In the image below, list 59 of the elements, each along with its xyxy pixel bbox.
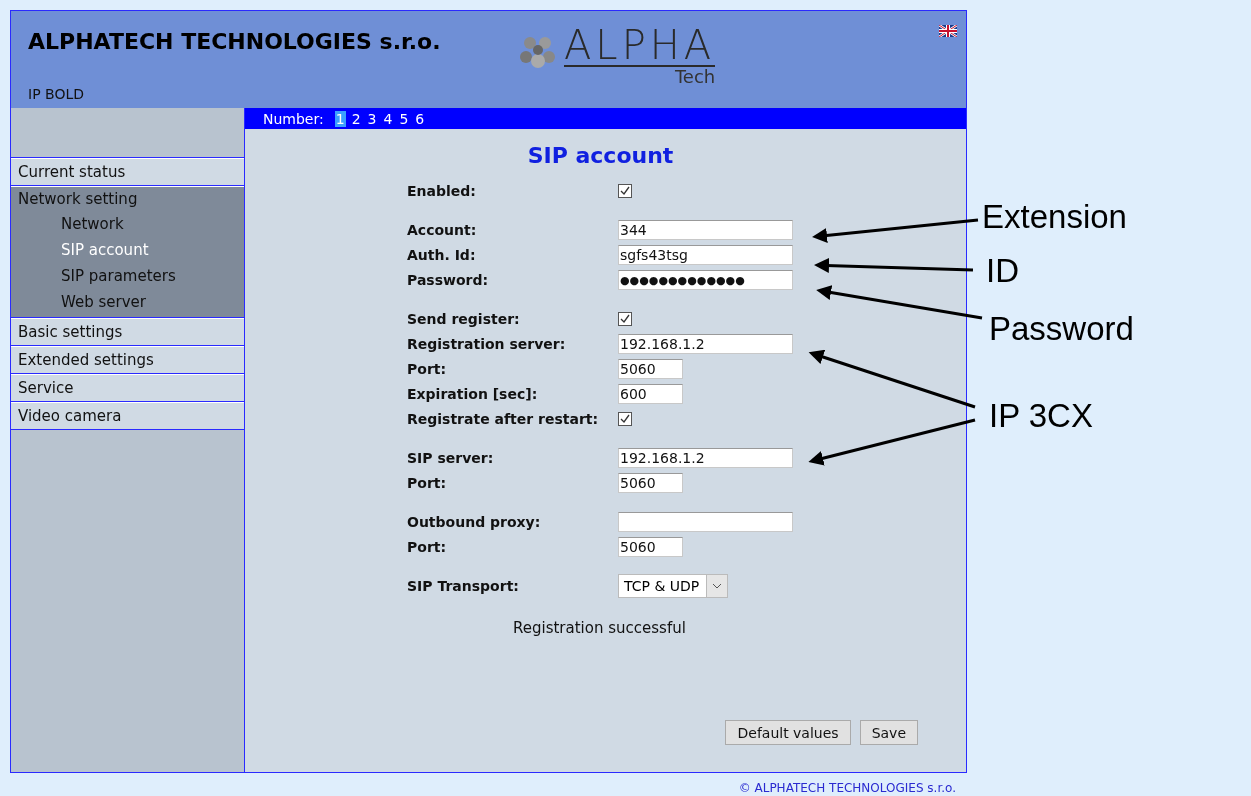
field-label: Auth. Id: — [407, 247, 477, 263]
text-field[interactable]: 5060 — [618, 537, 683, 557]
number-link[interactable]: 2 — [350, 110, 362, 127]
field-label: Send register: — [407, 311, 521, 327]
field-label: Expiration [sec]: — [407, 386, 539, 402]
checkbox[interactable] — [618, 312, 632, 326]
number-link[interactable]: 3 — [366, 110, 378, 127]
number-link[interactable]: 6 — [414, 110, 426, 127]
text-field[interactable]: 192.168.1.2 — [618, 334, 793, 354]
field-label: Port: — [407, 361, 448, 377]
nav-subitem[interactable]: SIP parameters — [11, 263, 244, 289]
dropdown[interactable]: TCP & UDP — [618, 574, 728, 598]
field-label: Outbound proxy: — [407, 514, 542, 530]
nav-item[interactable]: Basic settings — [11, 318, 244, 346]
checkbox[interactable] — [618, 412, 632, 426]
field-label: Registrate after restart: — [407, 411, 600, 427]
nav-subitem[interactable]: Web server — [11, 289, 244, 315]
field-label: Port: — [407, 475, 448, 491]
status-text: Registration successful — [513, 619, 687, 637]
nav-item[interactable]: Extended settings — [11, 346, 244, 374]
copyright-text: © ALPHATECH TECHNOLOGIES s.r.o. — [738, 781, 956, 795]
default-values-button[interactable]: Default values — [725, 720, 851, 745]
checkbox[interactable] — [618, 184, 632, 198]
text-field[interactable]: 5060 — [618, 473, 683, 493]
text-field[interactable]: sgfs43tsg — [618, 245, 793, 265]
flag-icon[interactable] — [939, 25, 957, 37]
field-label: SIP server: — [407, 450, 495, 466]
annotation-label: Password — [989, 310, 1134, 348]
field-label: Password: — [407, 272, 490, 288]
text-field[interactable]: 5060 — [618, 359, 683, 379]
field-label: Enabled: — [407, 183, 477, 199]
page-title: SIP account — [526, 143, 675, 168]
logo-text: ALPHA — [564, 25, 716, 67]
text-field[interactable]: 192.168.1.2 — [618, 448, 793, 468]
password-field[interactable]: ●●●●●●●●●●●●● — [618, 270, 793, 290]
logo-subtext: Tech — [674, 67, 716, 87]
nav-item[interactable]: Service — [11, 374, 244, 402]
number-label: Number: — [263, 110, 324, 127]
nav-item[interactable]: Current status — [11, 158, 244, 186]
annotation-label: Extension — [982, 198, 1127, 236]
nav-item[interactable]: Video camera — [11, 402, 244, 430]
nav-subitem[interactable]: Network — [11, 211, 244, 237]
nav-item[interactable]: Network setting — [11, 187, 244, 211]
number-link[interactable]: 5 — [398, 110, 410, 127]
device-name: IP BOLD — [28, 86, 85, 102]
annotation-label: ID — [986, 252, 1019, 290]
annotation-label: IP 3CX — [989, 397, 1093, 435]
number-link[interactable]: 4 — [382, 110, 394, 127]
field-label: SIP Transport: — [407, 578, 520, 594]
field-label: Account: — [407, 222, 478, 238]
text-field[interactable]: 344 — [618, 220, 793, 240]
field-label: Port: — [407, 539, 448, 555]
field-label: Registration server: — [407, 336, 567, 352]
text-field[interactable]: 600 — [618, 384, 683, 404]
text-field[interactable] — [618, 512, 793, 532]
save-button[interactable]: Save — [859, 720, 918, 745]
company-name: ALPHATECH TECHNOLOGIES s.r.o. — [28, 29, 442, 54]
chevron-down-icon — [712, 583, 722, 589]
nav-subitem[interactable]: SIP account — [11, 237, 244, 263]
